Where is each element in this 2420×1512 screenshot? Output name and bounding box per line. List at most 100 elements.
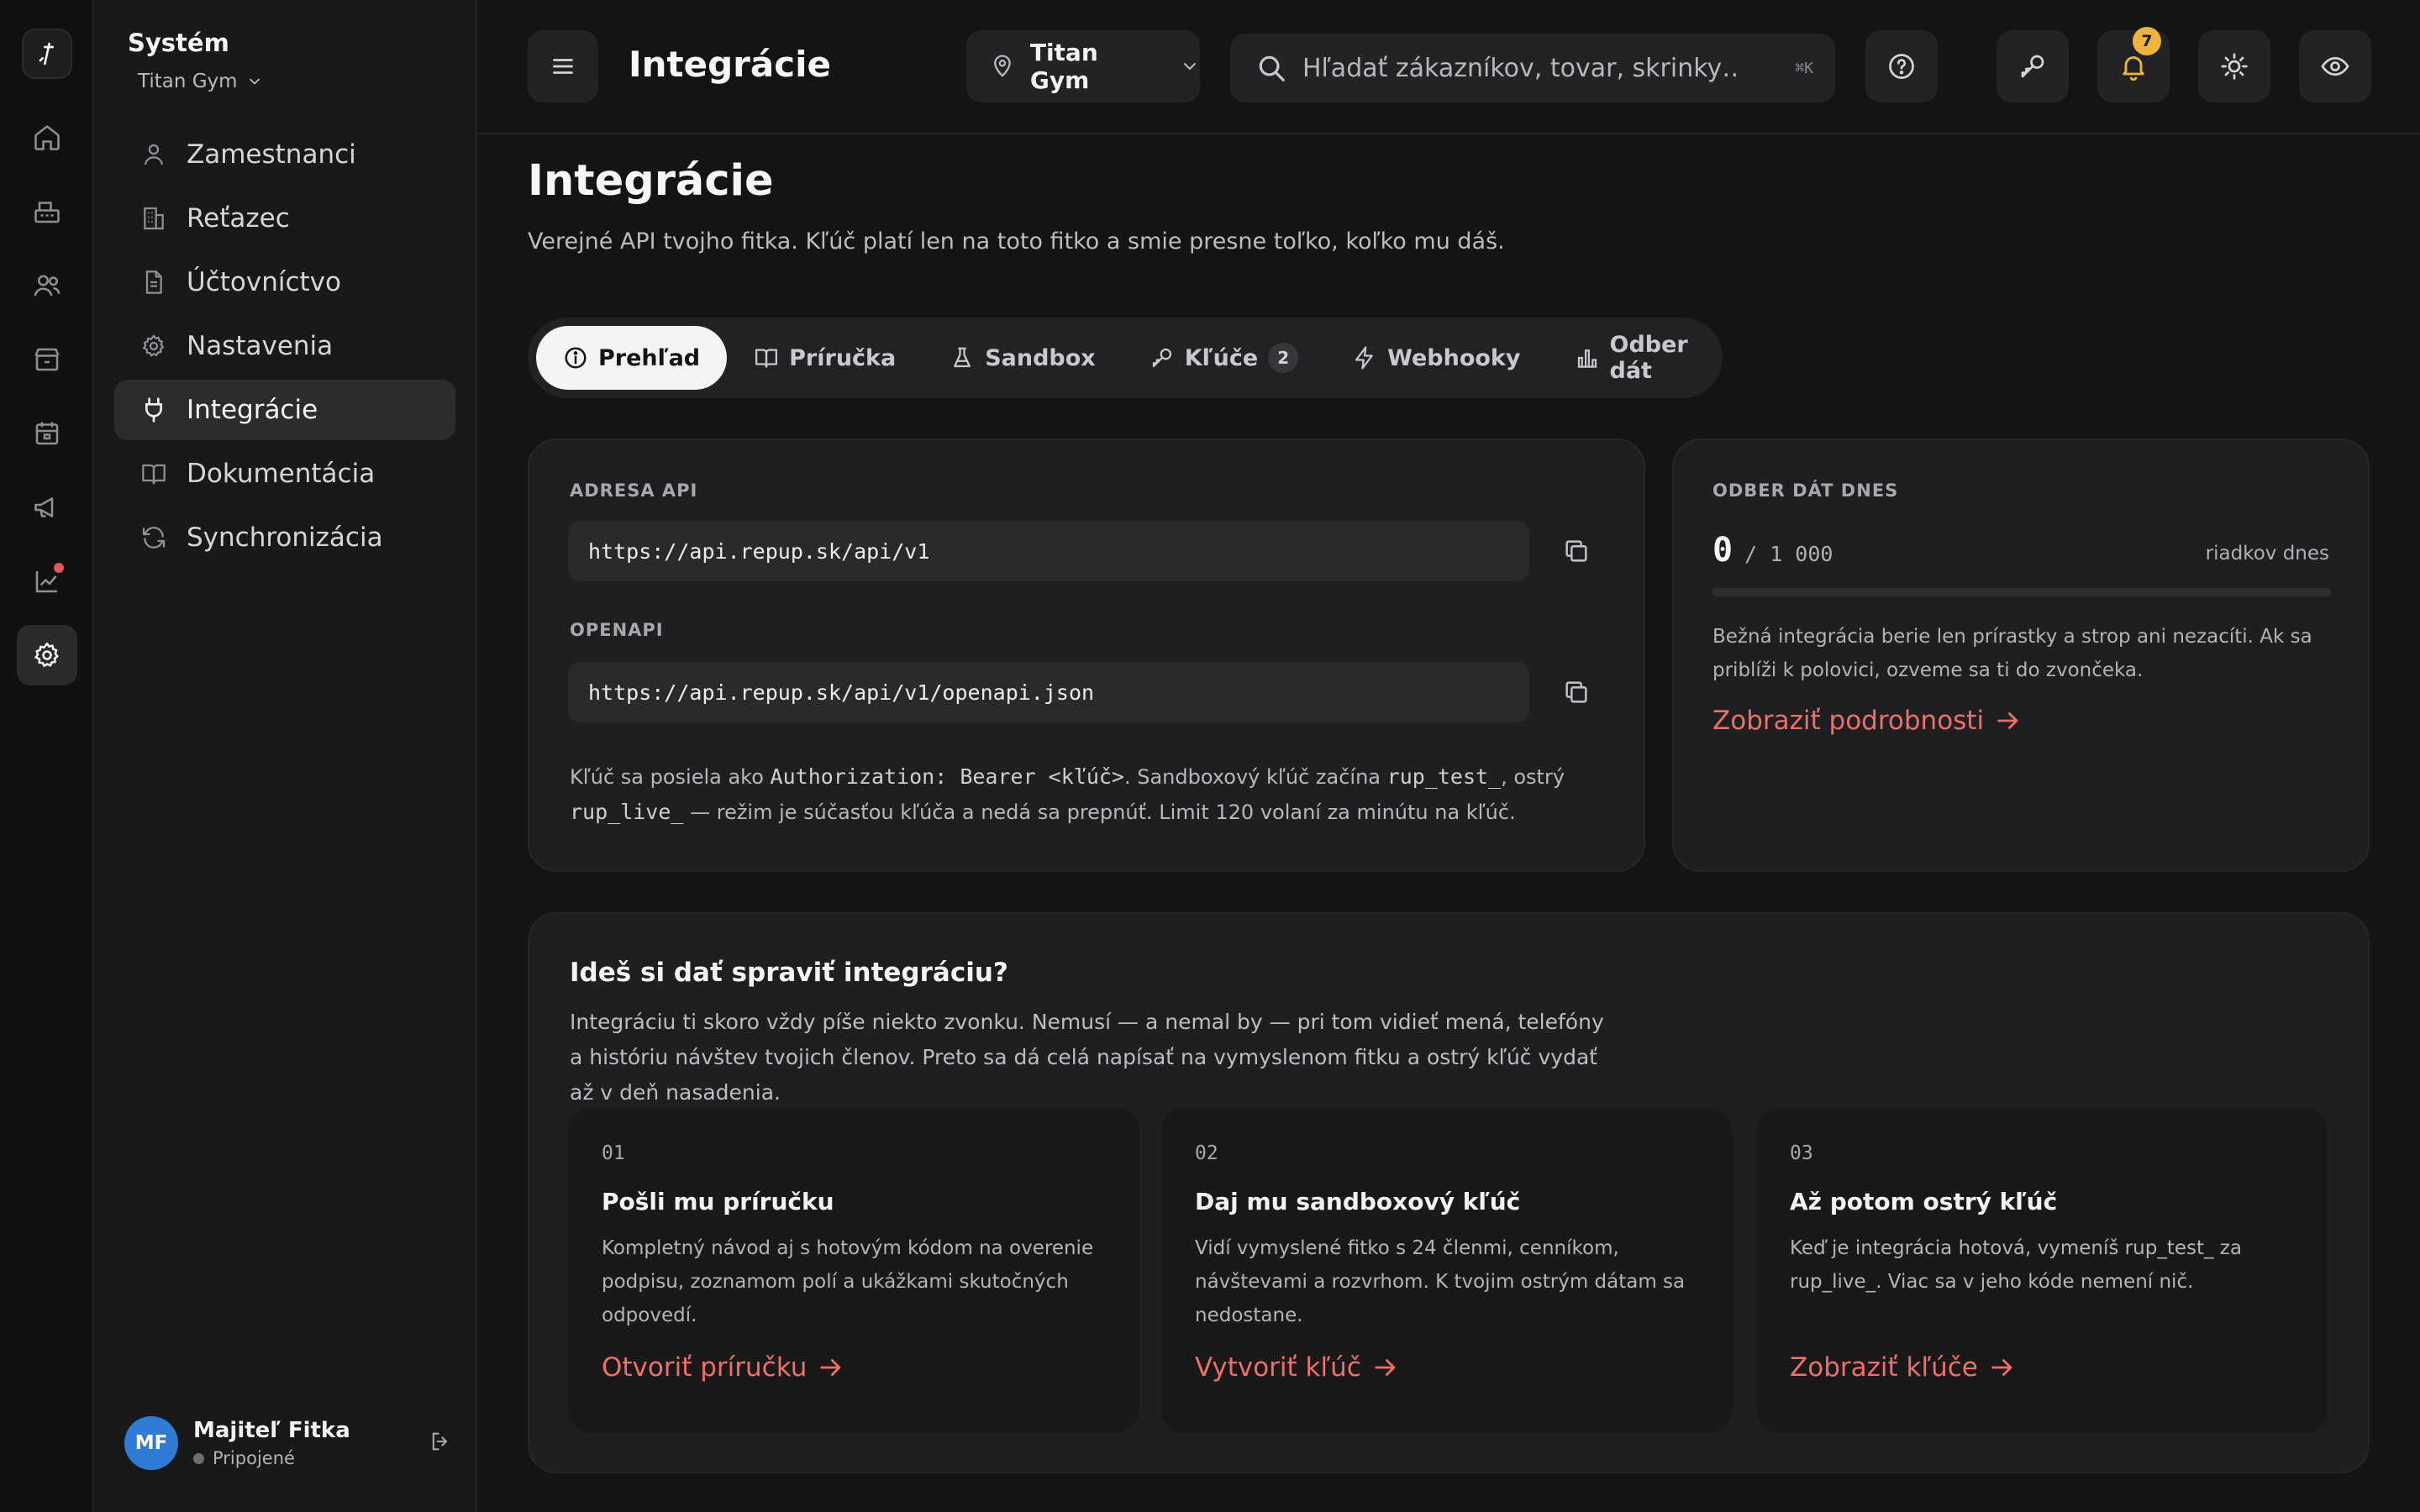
guide-text: Integráciu ti skoro vždy píše niekto zvo… <box>570 1010 1604 1105</box>
theme-toggle-button[interactable] <box>2198 30 2270 102</box>
sidebar-item-label: Nastavenia <box>187 331 334 361</box>
copy-openapi-button[interactable] <box>1556 672 1597 712</box>
search-shortcut: ⌘K <box>1795 59 1813 77</box>
store-icon <box>34 348 60 371</box>
sidebar-item-label: Synchronizácia <box>187 522 383 553</box>
sidebar-item-synchronizacia[interactable]: Synchronizácia <box>114 507 455 568</box>
rail-marketing-button[interactable] <box>17 477 77 538</box>
icon-rail <box>0 0 94 1512</box>
quota-used: 0 <box>1712 531 1733 570</box>
bar-chart-icon <box>1575 345 1600 370</box>
sidebar-item-uctovnictvo[interactable]: Účtovníctvo <box>114 252 455 312</box>
search-bar[interactable]: ⌘K <box>1230 34 1835 102</box>
openapi-url-field[interactable]: https://api.repup.sk/api/v1/openapi.json <box>568 662 1529 722</box>
eye-icon <box>2321 56 2349 76</box>
help-button[interactable] <box>1865 30 1938 102</box>
gear-icon <box>139 332 168 360</box>
search-icon <box>1259 55 1285 81</box>
app-logo[interactable] <box>22 29 72 79</box>
tab-label: Kľúče <box>1184 344 1259 371</box>
api-keys-button[interactable] <box>1996 30 2069 102</box>
sidebar-nav: Zamestnanci Reťazec Účtovníctvo Nastaven… <box>114 124 455 571</box>
search-input[interactable] <box>1302 53 1739 83</box>
show-keys-link[interactable]: Zobraziť kľúče <box>1790 1352 2017 1383</box>
tab-odber-dat[interactable]: Odber dát <box>1548 326 1723 390</box>
tab-sandbox[interactable]: Sandbox <box>923 326 1123 390</box>
step-description: Keď je integrácia hotová, vymeníš rup_te… <box>1790 1237 2242 1293</box>
copy-icon <box>1565 540 1587 562</box>
data-quota-card: ODBER DÁT DNES 0 / 1 000 riadkov dnes Be… <box>1672 438 2370 872</box>
topbar: Integrácie Titan Gym ⌘K 7 <box>477 0 2420 134</box>
openapi-label: OPENAPI <box>570 620 664 640</box>
topbar-title: Integrácie <box>629 44 831 85</box>
tab-label: Sandbox <box>985 344 1096 371</box>
quota-progress-bar <box>1712 588 2331 596</box>
step-card-1: 01 Pošli mu príručku Kompletný návod aj … <box>568 1107 1139 1433</box>
calendar-icon <box>35 422 59 445</box>
rail-pos-button[interactable] <box>17 181 77 242</box>
rail-shop-button[interactable] <box>17 329 77 390</box>
step-card-2: 02 Daj mu sandboxový kľúč Vidí vymyslené… <box>1161 1107 1733 1433</box>
copy-api-address-button[interactable] <box>1556 531 1597 571</box>
home-icon <box>34 125 60 150</box>
sidebar-item-label: Reťazec <box>187 203 290 234</box>
quota-value: 0 / 1 000 <box>1712 531 1833 570</box>
logout-icon <box>432 1432 448 1451</box>
key-icon <box>1150 345 1175 370</box>
help-icon <box>1889 54 1914 79</box>
auth-note-text: — režim je súčasťou kľúča a nedá sa prep… <box>683 801 1516 824</box>
sidebar-item-label: Integrácie <box>187 395 318 425</box>
rail-settings-button[interactable] <box>17 625 77 685</box>
gym-switcher[interactable]: Titan Gym <box>138 71 263 92</box>
rail-members-button[interactable] <box>17 255 77 316</box>
tab-label: Odber dát <box>1609 332 1688 384</box>
building-icon <box>139 204 168 233</box>
bolt-icon <box>1352 345 1377 370</box>
copy-icon <box>1565 681 1587 703</box>
quota-details-link[interactable]: Zobraziť podrobnosti <box>1712 706 2023 736</box>
sidebar-title: Systém <box>128 29 229 57</box>
arrow-right-icon <box>1997 712 2018 729</box>
auth-note-text: . Sandboxový kľúč začína <box>1123 765 1387 789</box>
create-key-link[interactable]: Vytvoriť kľúč <box>1195 1352 1400 1383</box>
page-subtitle: Verejné API tvojho fitka. Kľúč platí len… <box>528 228 1505 255</box>
quota-unit: riadkov dnes <box>2205 543 2329 564</box>
tab-prehlad[interactable]: Prehľad <box>536 326 728 390</box>
chevron-down-icon <box>249 78 260 85</box>
flask-icon <box>950 345 975 370</box>
sidebar-item-nastavenia[interactable]: Nastavenia <box>114 316 455 376</box>
api-address-field[interactable]: https://api.repup.sk/api/v1 <box>568 521 1529 581</box>
rail-home-button[interactable] <box>17 108 77 168</box>
menu-toggle-button[interactable] <box>528 30 598 102</box>
quota-label: ODBER DÁT DNES <box>1712 480 1899 501</box>
api-address-label: ADRESA API <box>570 480 698 501</box>
rail-stats-button[interactable] <box>17 551 77 612</box>
auth-note-text: Kľúč sa posiela ako <box>570 765 771 789</box>
sidebar-item-label: Dokumentácia <box>187 459 376 489</box>
sidebar-item-retazec[interactable]: Reťazec <box>114 188 455 249</box>
sidebar-item-zamestnanci[interactable]: Zamestnanci <box>114 124 455 185</box>
tab-webhooky[interactable]: Webhooky <box>1325 326 1547 390</box>
connection-status: Pripojené <box>193 1448 350 1468</box>
tab-prirucka[interactable]: Príručka <box>727 326 923 390</box>
step-number: 02 <box>1195 1142 1218 1164</box>
step-card-3: 03 Až potom ostrý kľúč Keď je integrácia… <box>1756 1107 2328 1433</box>
quota-description: Bežná integrácia berie len prírastky a s… <box>1712 626 2312 681</box>
step-number: 03 <box>1790 1142 1813 1164</box>
sidebar-item-dokumentacia[interactable]: Dokumentácia <box>114 444 455 504</box>
user-profile[interactable]: MF Majiteľ Fitka Pripojené <box>124 1411 452 1475</box>
person-icon <box>139 140 168 169</box>
sidebar-item-integracie[interactable]: Integrácie <box>114 380 455 440</box>
sync-icon <box>139 523 168 552</box>
notifications-button[interactable]: 7 <box>2097 27 2170 102</box>
alert-dot <box>54 563 64 573</box>
visibility-toggle-button[interactable] <box>2299 30 2371 102</box>
open-guide-link[interactable]: Otvoriť príručku <box>602 1352 845 1383</box>
link-label: Zobraziť kľúče <box>1790 1352 1978 1383</box>
location-select[interactable]: Titan Gym <box>966 30 1200 102</box>
rail-calendar-button[interactable] <box>17 403 77 464</box>
menu-icon <box>553 59 573 74</box>
logout-button[interactable] <box>429 1430 452 1453</box>
arrow-right-icon <box>820 1359 841 1376</box>
tab-kluce[interactable]: Kľúče 2 <box>1123 326 1325 390</box>
